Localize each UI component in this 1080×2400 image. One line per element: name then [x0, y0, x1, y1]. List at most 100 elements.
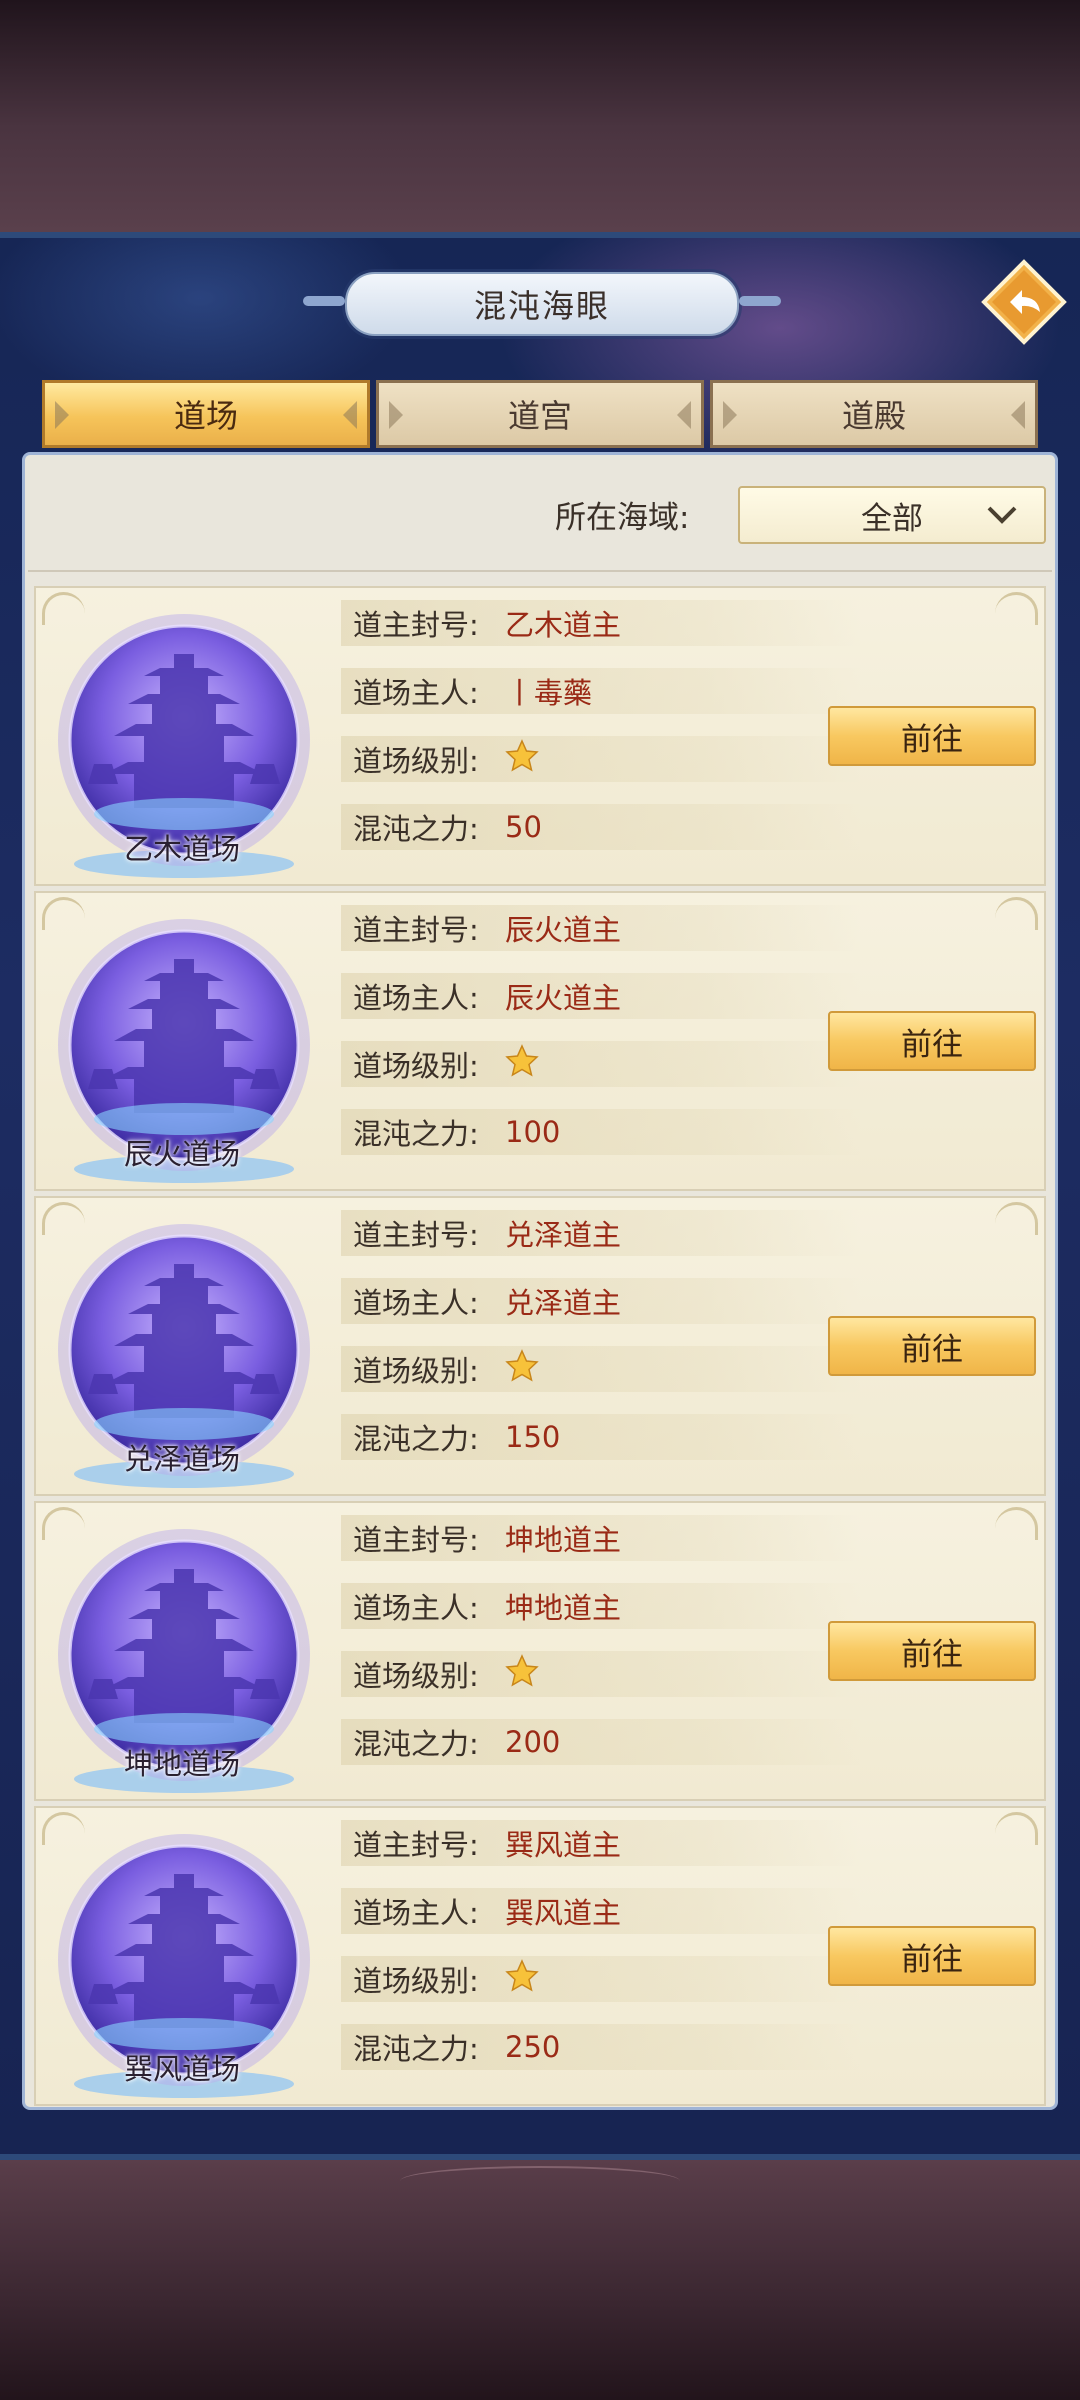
power-value: 250	[505, 2030, 561, 2064]
row-power: 混沌之力: 50	[341, 804, 861, 850]
row-level: 道场级别:	[341, 1956, 861, 2002]
row-power: 混沌之力: 100	[341, 1109, 861, 1155]
tab-arrow-left-icon	[723, 401, 737, 429]
row-lord-title: 道主封号: 辰火道主	[341, 905, 861, 951]
chevron-down-icon	[987, 506, 1017, 524]
row-level: 道场级别:	[341, 1041, 861, 1087]
tab-arrow-right-icon	[677, 401, 691, 429]
go-button[interactable]: 前往	[828, 1011, 1036, 1071]
row-owner: 道场主人: 丨毒藥	[341, 668, 861, 714]
row-owner: 道场主人: 巽风道主	[341, 1888, 861, 1934]
power-value: 50	[505, 810, 542, 844]
row-lord-title: 道主封号: 坤地道主	[341, 1515, 861, 1561]
lord-title-value: 辰火道主	[505, 913, 622, 947]
power-value: 200	[505, 1725, 561, 1759]
owner-value: 丨毒藥	[505, 676, 593, 710]
star-icon	[505, 1348, 539, 1382]
field-label: 混沌之力:	[353, 2032, 479, 2066]
dojo-name: 兑泽道场	[123, 1442, 240, 1476]
dojo-name: 坤地道场	[123, 1747, 240, 1781]
field-label: 道主封号:	[353, 608, 479, 642]
row-level: 道场级别:	[341, 736, 861, 782]
field-label: 道主封号:	[353, 1218, 479, 1252]
star-icon	[505, 1958, 539, 1992]
lord-title-value: 坤地道主	[505, 1523, 622, 1557]
dojo-card: 辰火道场 道主封号: 辰火道主 道场主人: 辰火道主 道场级别: 混沌之力: 1…	[34, 891, 1046, 1191]
divider	[28, 570, 1052, 572]
field-label: 混沌之力:	[353, 1422, 479, 1456]
field-label: 道场主人:	[353, 1896, 479, 1930]
dojo-card: 巽风道场 道主封号: 巽风道主 道场主人: 巽风道主 道场级别: 混沌之力: 2…	[34, 1806, 1046, 2106]
owner-value: 巽风道主	[505, 1896, 622, 1930]
lord-title-value: 乙木道主	[505, 608, 622, 642]
power-value: 150	[505, 1420, 561, 1454]
tab-arrow-left-icon	[55, 401, 69, 429]
lord-title-value: 巽风道主	[505, 1828, 622, 1862]
go-button[interactable]: 前往	[828, 1316, 1036, 1376]
owner-value: 兑泽道主	[505, 1286, 622, 1320]
row-power: 混沌之力: 250	[341, 2024, 861, 2070]
field-label: 道主封号:	[353, 913, 479, 947]
go-button[interactable]: 前往	[828, 1621, 1036, 1681]
corner-ornament	[995, 1507, 1038, 1540]
top-backdrop	[0, 0, 1080, 232]
row-level: 道场级别:	[341, 1346, 861, 1392]
dojo-name: 乙木道场	[123, 832, 240, 866]
tab-label: 道场	[173, 397, 238, 435]
level-stars	[505, 1653, 539, 1695]
sea-region-select[interactable]: 全部	[738, 486, 1046, 544]
tab-arrow-right-icon	[343, 401, 357, 429]
row-owner: 道场主人: 坤地道主	[341, 1583, 861, 1629]
tab-daodian[interactable]: 道殿	[710, 380, 1038, 448]
row-lord-title: 道主封号: 乙木道主	[341, 600, 861, 646]
tab-arrow-right-icon	[1011, 401, 1025, 429]
field-label: 道场级别:	[353, 1964, 479, 1998]
page-title: 混沌海眼	[473, 287, 610, 325]
filter-label: 所在海域:	[555, 500, 690, 536]
select-value: 全部	[861, 500, 923, 537]
star-icon	[505, 738, 539, 772]
tab-daogong[interactable]: 道宫	[376, 380, 704, 448]
row-level: 道场级别:	[341, 1651, 861, 1697]
level-stars	[505, 738, 539, 780]
dojo-name: 巽风道场	[123, 2052, 240, 2086]
field-label: 混沌之力:	[353, 812, 479, 846]
level-stars	[505, 1348, 539, 1390]
go-button[interactable]: 前往	[828, 1926, 1036, 1986]
star-icon	[505, 1043, 539, 1077]
dojo-card: 乙木道场 道主封号: 乙木道主 道场主人: 丨毒藥 道场级别: 混沌之力: 50…	[34, 586, 1046, 886]
owner-value: 坤地道主	[505, 1591, 622, 1625]
tab-daochang[interactable]: 道场	[42, 380, 370, 448]
corner-ornament	[995, 592, 1038, 625]
banner-wing-right	[739, 296, 781, 306]
dojo-card: 坤地道场 道主封号: 坤地道主 道场主人: 坤地道主 道场级别: 混沌之力: 2…	[34, 1501, 1046, 1801]
field-label: 道场主人:	[353, 1286, 479, 1320]
title-banner: 混沌海眼	[303, 272, 781, 336]
star-icon	[505, 1653, 539, 1687]
field-label: 道场主人:	[353, 981, 479, 1015]
field-label: 混沌之力:	[353, 1727, 479, 1761]
field-label: 道主封号:	[353, 1828, 479, 1862]
owner-value: 辰火道主	[505, 981, 622, 1015]
back-arrow-icon	[981, 259, 1067, 345]
field-label: 道场级别:	[353, 1354, 479, 1388]
back-button[interactable]	[980, 258, 1068, 346]
field-label: 道场级别:	[353, 744, 479, 778]
power-value: 100	[505, 1115, 561, 1149]
level-stars	[505, 1043, 539, 1085]
row-power: 混沌之力: 150	[341, 1414, 861, 1460]
tab-label: 道宫	[507, 397, 572, 435]
row-owner: 道场主人: 辰火道主	[341, 973, 861, 1019]
row-lord-title: 道主封号: 巽风道主	[341, 1820, 861, 1866]
tab-label: 道殿	[841, 397, 906, 435]
row-lord-title: 道主封号: 兑泽道主	[341, 1210, 861, 1256]
go-button[interactable]: 前往	[828, 706, 1036, 766]
field-label: 道场主人:	[353, 1591, 479, 1625]
lord-title-value: 兑泽道主	[505, 1218, 622, 1252]
tab-arrow-left-icon	[389, 401, 403, 429]
field-label: 混沌之力:	[353, 1117, 479, 1151]
corner-ornament	[995, 1812, 1038, 1845]
bottom-backdrop	[0, 2160, 1080, 2400]
row-owner: 道场主人: 兑泽道主	[341, 1278, 861, 1324]
field-label: 道场主人:	[353, 676, 479, 710]
